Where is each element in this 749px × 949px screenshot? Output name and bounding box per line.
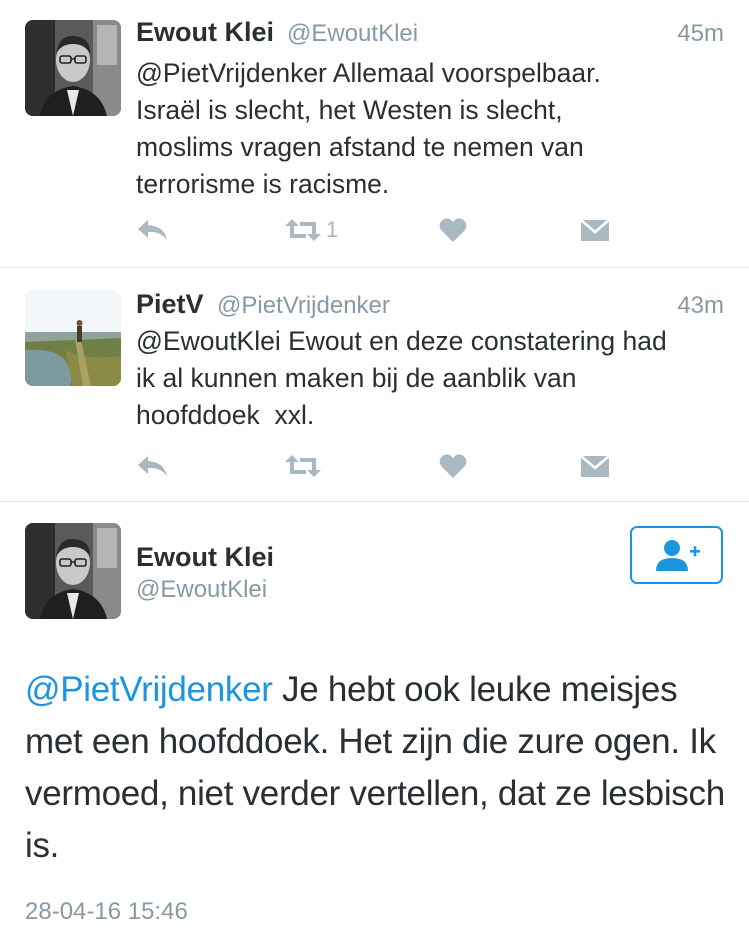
tweet-text: @EwoutKlei Ewout en deze constatering ha… bbox=[136, 326, 667, 430]
retweet-button[interactable] bbox=[284, 448, 326, 484]
like-button[interactable] bbox=[439, 448, 467, 484]
author-name[interactable]: Ewout Klei bbox=[136, 17, 274, 48]
avatar[interactable] bbox=[25, 20, 121, 116]
dm-button[interactable] bbox=[580, 212, 610, 248]
tweet-time: 43m bbox=[677, 292, 724, 319]
author-handle[interactable]: @PietVrijdenker bbox=[217, 292, 390, 320]
heart-icon bbox=[439, 454, 467, 478]
reply-button[interactable] bbox=[136, 212, 170, 248]
reply-icon bbox=[138, 456, 167, 476]
retweet-icon bbox=[285, 455, 321, 477]
envelope-icon bbox=[580, 455, 610, 477]
retweet-count: 1 bbox=[326, 217, 339, 242]
avatar[interactable] bbox=[25, 290, 121, 386]
tweet-1[interactable]: Ewout Klei @EwoutKlei 45m @PietVrijdenke… bbox=[0, 0, 749, 267]
tweet-2[interactable]: PietV @PietVrijdenker 43m @EwoutKlei Ewo… bbox=[0, 268, 749, 501]
heart-icon bbox=[439, 218, 467, 242]
retweet-button[interactable]: 1 bbox=[284, 212, 338, 248]
tweet-text: @PietVrijdenker Allemaal voorspelbaar. I… bbox=[136, 58, 601, 199]
reply-icon bbox=[138, 220, 167, 240]
author-handle[interactable]: @EwoutKlei bbox=[136, 576, 267, 604]
avatar[interactable] bbox=[25, 523, 121, 619]
main-tweet-text: @PietVrijdenker Je hebt ook leuke meisje… bbox=[25, 664, 740, 872]
tweet-actions bbox=[136, 448, 616, 484]
mention-link[interactable]: @PietVrijdenker bbox=[25, 670, 273, 709]
follow-user-icon bbox=[655, 540, 700, 571]
author-name[interactable]: PietV bbox=[136, 289, 204, 320]
reply-button[interactable] bbox=[136, 448, 170, 484]
tweet-time: 45m bbox=[677, 20, 724, 47]
like-button[interactable] bbox=[439, 212, 467, 248]
tweet-actions: 1 bbox=[136, 212, 616, 248]
author-handle[interactable]: @EwoutKlei bbox=[287, 20, 418, 48]
retweet-icon bbox=[285, 219, 321, 241]
envelope-icon bbox=[580, 219, 610, 241]
follow-button[interactable] bbox=[630, 526, 723, 584]
author-name[interactable]: Ewout Klei bbox=[136, 542, 274, 573]
timestamp: 28-04-16 15:46 bbox=[25, 898, 188, 925]
dm-button[interactable] bbox=[580, 448, 610, 484]
